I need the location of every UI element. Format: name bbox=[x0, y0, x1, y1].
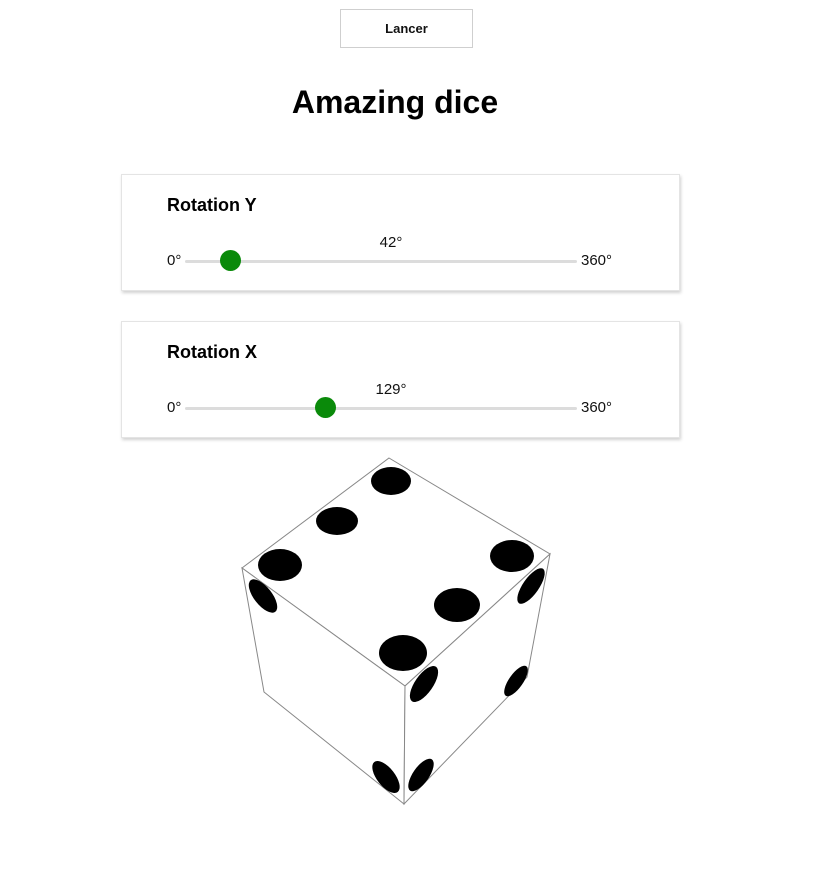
dice-pip bbox=[379, 635, 427, 671]
dice-pip bbox=[490, 540, 534, 572]
dice-pip bbox=[316, 507, 358, 535]
dice-pip bbox=[371, 467, 411, 495]
dice-pip bbox=[434, 588, 480, 622]
page: Lancer Amazing dice Rotation Y 42° 0° 36… bbox=[0, 0, 819, 874]
dice bbox=[241, 457, 551, 806]
dice-pip bbox=[258, 549, 302, 581]
